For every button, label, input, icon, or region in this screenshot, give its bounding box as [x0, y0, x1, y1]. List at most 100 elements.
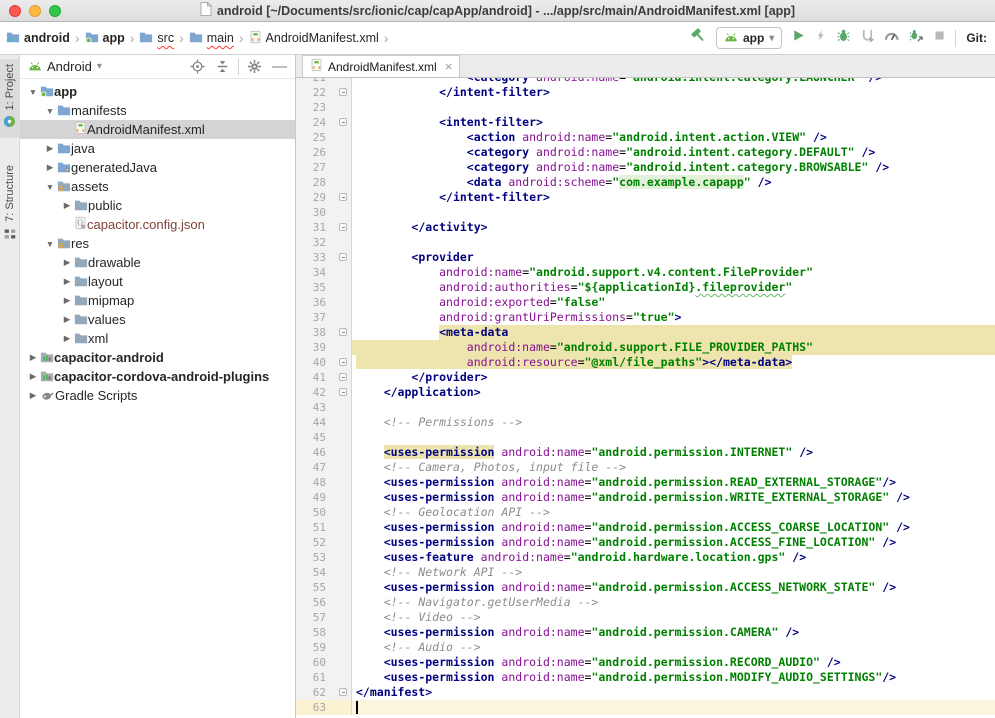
- chevron-collapsed-icon[interactable]: ▶: [60, 257, 74, 268]
- tree-item-values[interactable]: ▶values: [20, 310, 295, 329]
- code-line[interactable]: 46 <uses-permission android:name="androi…: [296, 445, 995, 460]
- locate-file-button[interactable]: [188, 57, 207, 76]
- line-number[interactable]: 38: [296, 325, 332, 340]
- code-line[interactable]: 32: [296, 235, 995, 250]
- code-line[interactable]: 26 <category android:name="android.inten…: [296, 145, 995, 160]
- code-text[interactable]: <meta-data: [352, 325, 995, 340]
- code-line[interactable]: 34 android:name="android.support.v4.cont…: [296, 265, 995, 280]
- tree-item-xml[interactable]: ▶xml: [20, 329, 295, 348]
- line-number[interactable]: 62: [296, 685, 332, 700]
- chevron-collapsed-icon[interactable]: ▶: [60, 333, 74, 344]
- code-text[interactable]: [352, 235, 995, 250]
- code-line[interactable]: 28 <data android:scheme="com.example.cap…: [296, 175, 995, 190]
- code-text[interactable]: android:authorities="${applicationId}.fi…: [352, 280, 995, 295]
- code-text[interactable]: <category android:name="android.intent.c…: [352, 145, 995, 160]
- line-number[interactable]: 47: [296, 460, 332, 475]
- code-line[interactable]: 63: [296, 700, 995, 715]
- tree-item-manifests[interactable]: ▼manifests: [20, 101, 295, 120]
- code-text[interactable]: </manifest>: [352, 685, 995, 700]
- code-line[interactable]: 61 <uses-permission android:name="androi…: [296, 670, 995, 685]
- code-text[interactable]: </intent-filter>: [352, 190, 995, 205]
- hide-panel-button[interactable]: —: [270, 57, 289, 76]
- attach-debugger-button[interactable]: [860, 27, 875, 49]
- line-number[interactable]: 59: [296, 640, 332, 655]
- apply-changes-button[interactable]: [815, 27, 827, 49]
- code-text[interactable]: android:name="android.support.FILE_PROVI…: [352, 340, 995, 355]
- code-line[interactable]: 29 </intent-filter>: [296, 190, 995, 205]
- code-line[interactable]: 48 <uses-permission android:name="androi…: [296, 475, 995, 490]
- code-text[interactable]: [352, 100, 995, 115]
- code-line[interactable]: 44 <!-- Permissions -->: [296, 415, 995, 430]
- code-line[interactable]: 24 <intent-filter>: [296, 115, 995, 130]
- code-line[interactable]: 53 <uses-feature android:name="android.h…: [296, 550, 995, 565]
- code-line[interactable]: 39 android:name="android.support.FILE_PR…: [296, 340, 995, 355]
- line-number[interactable]: 23: [296, 100, 332, 115]
- code-line[interactable]: 40 android:resource="@xml/file_paths"></…: [296, 355, 995, 370]
- breadcrumb-item-app[interactable]: app: [85, 30, 125, 46]
- tree-item-capacitor-cordova-android-plugins[interactable]: ▶capacitor-cordova-android-plugins: [20, 367, 295, 386]
- chevron-collapsed-icon[interactable]: ▶: [60, 200, 74, 211]
- code-text[interactable]: <!-- Geolocation API -->: [352, 505, 995, 520]
- code-text[interactable]: <uses-permission android:name="android.p…: [352, 655, 995, 670]
- chevron-collapsed-icon[interactable]: ▶: [60, 314, 74, 325]
- chevron-collapsed-icon[interactable]: ▶: [26, 371, 40, 382]
- code-text[interactable]: <uses-permission android:name="android.p…: [352, 580, 995, 595]
- close-icon[interactable]: ×: [445, 59, 453, 74]
- code-text[interactable]: android:exported="false": [352, 295, 995, 310]
- build-button[interactable]: [690, 27, 707, 49]
- code-line[interactable]: 21 <category android:name="android.inten…: [296, 78, 995, 85]
- code-text[interactable]: android:grantUriPermissions="true">: [352, 310, 995, 325]
- git-widget[interactable]: Git:: [965, 31, 987, 45]
- breadcrumb-item-main[interactable]: main: [189, 30, 234, 46]
- chevron-collapsed-icon[interactable]: ▶: [43, 162, 57, 173]
- code-line[interactable]: 38 <meta-data: [296, 325, 995, 340]
- run-config-select[interactable]: app▾: [716, 27, 782, 49]
- code-line[interactable]: 57 <!-- Video -->: [296, 610, 995, 625]
- code-line[interactable]: 35 android:authorities="${applicationId}…: [296, 280, 995, 295]
- line-number[interactable]: 58: [296, 625, 332, 640]
- code-text[interactable]: <intent-filter>: [352, 115, 995, 130]
- code-text[interactable]: <action android:name="android.intent.act…: [352, 130, 995, 145]
- line-number[interactable]: 45: [296, 430, 332, 445]
- code-line[interactable]: 37 android:grantUriPermissions="true">: [296, 310, 995, 325]
- code-text[interactable]: <!-- Network API -->: [352, 565, 995, 580]
- code-line[interactable]: 51 <uses-permission android:name="androi…: [296, 520, 995, 535]
- stop-button[interactable]: [933, 27, 946, 49]
- chevron-expanded-icon[interactable]: ▼: [43, 239, 57, 249]
- fold-toggle-icon[interactable]: [339, 328, 347, 336]
- code-text[interactable]: [352, 400, 995, 415]
- line-number[interactable]: 27: [296, 160, 332, 175]
- code-text[interactable]: </provider>: [352, 370, 995, 385]
- code-line[interactable]: 62 </manifest>: [296, 685, 995, 700]
- fold-toggle-icon[interactable]: [339, 223, 347, 231]
- code-line[interactable]: 49 <uses-permission android:name="androi…: [296, 490, 995, 505]
- line-number[interactable]: 52: [296, 535, 332, 550]
- code-text[interactable]: <uses-permission android:name="android.p…: [352, 670, 995, 685]
- line-number[interactable]: 40: [296, 355, 332, 370]
- line-number[interactable]: 61: [296, 670, 332, 685]
- code-text[interactable]: <category android:name="android.intent.c…: [352, 78, 995, 85]
- chevron-collapsed-icon[interactable]: ▶: [43, 143, 57, 154]
- line-number[interactable]: 51: [296, 520, 332, 535]
- close-window-button[interactable]: [9, 5, 21, 17]
- code-line[interactable]: 36 android:exported="false": [296, 295, 995, 310]
- line-number[interactable]: 24: [296, 115, 332, 130]
- chevron-expanded-icon[interactable]: ▼: [26, 87, 40, 97]
- chevron-collapsed-icon[interactable]: ▶: [60, 295, 74, 306]
- project-view-select[interactable]: Android ▾: [28, 59, 102, 74]
- tool-window-project-tab[interactable]: 1: Project: [0, 59, 20, 138]
- code-text[interactable]: <uses-permission android:name="android.p…: [352, 445, 995, 460]
- code-line[interactable]: 22 </intent-filter>: [296, 85, 995, 100]
- zoom-window-button[interactable]: [49, 5, 61, 17]
- fold-toggle-icon[interactable]: [339, 253, 347, 261]
- collapse-all-button[interactable]: [213, 57, 232, 76]
- tree-item-java[interactable]: ▶java: [20, 139, 295, 158]
- code-line[interactable]: 30: [296, 205, 995, 220]
- tree-item-generatedJava[interactable]: ▶generatedJava: [20, 158, 295, 177]
- line-number[interactable]: 42: [296, 385, 332, 400]
- line-number[interactable]: 34: [296, 265, 332, 280]
- line-number[interactable]: 25: [296, 130, 332, 145]
- code-text[interactable]: <uses-permission android:name="android.p…: [352, 520, 995, 535]
- code-text[interactable]: </activity>: [352, 220, 995, 235]
- code-text[interactable]: <!-- Video -->: [352, 610, 995, 625]
